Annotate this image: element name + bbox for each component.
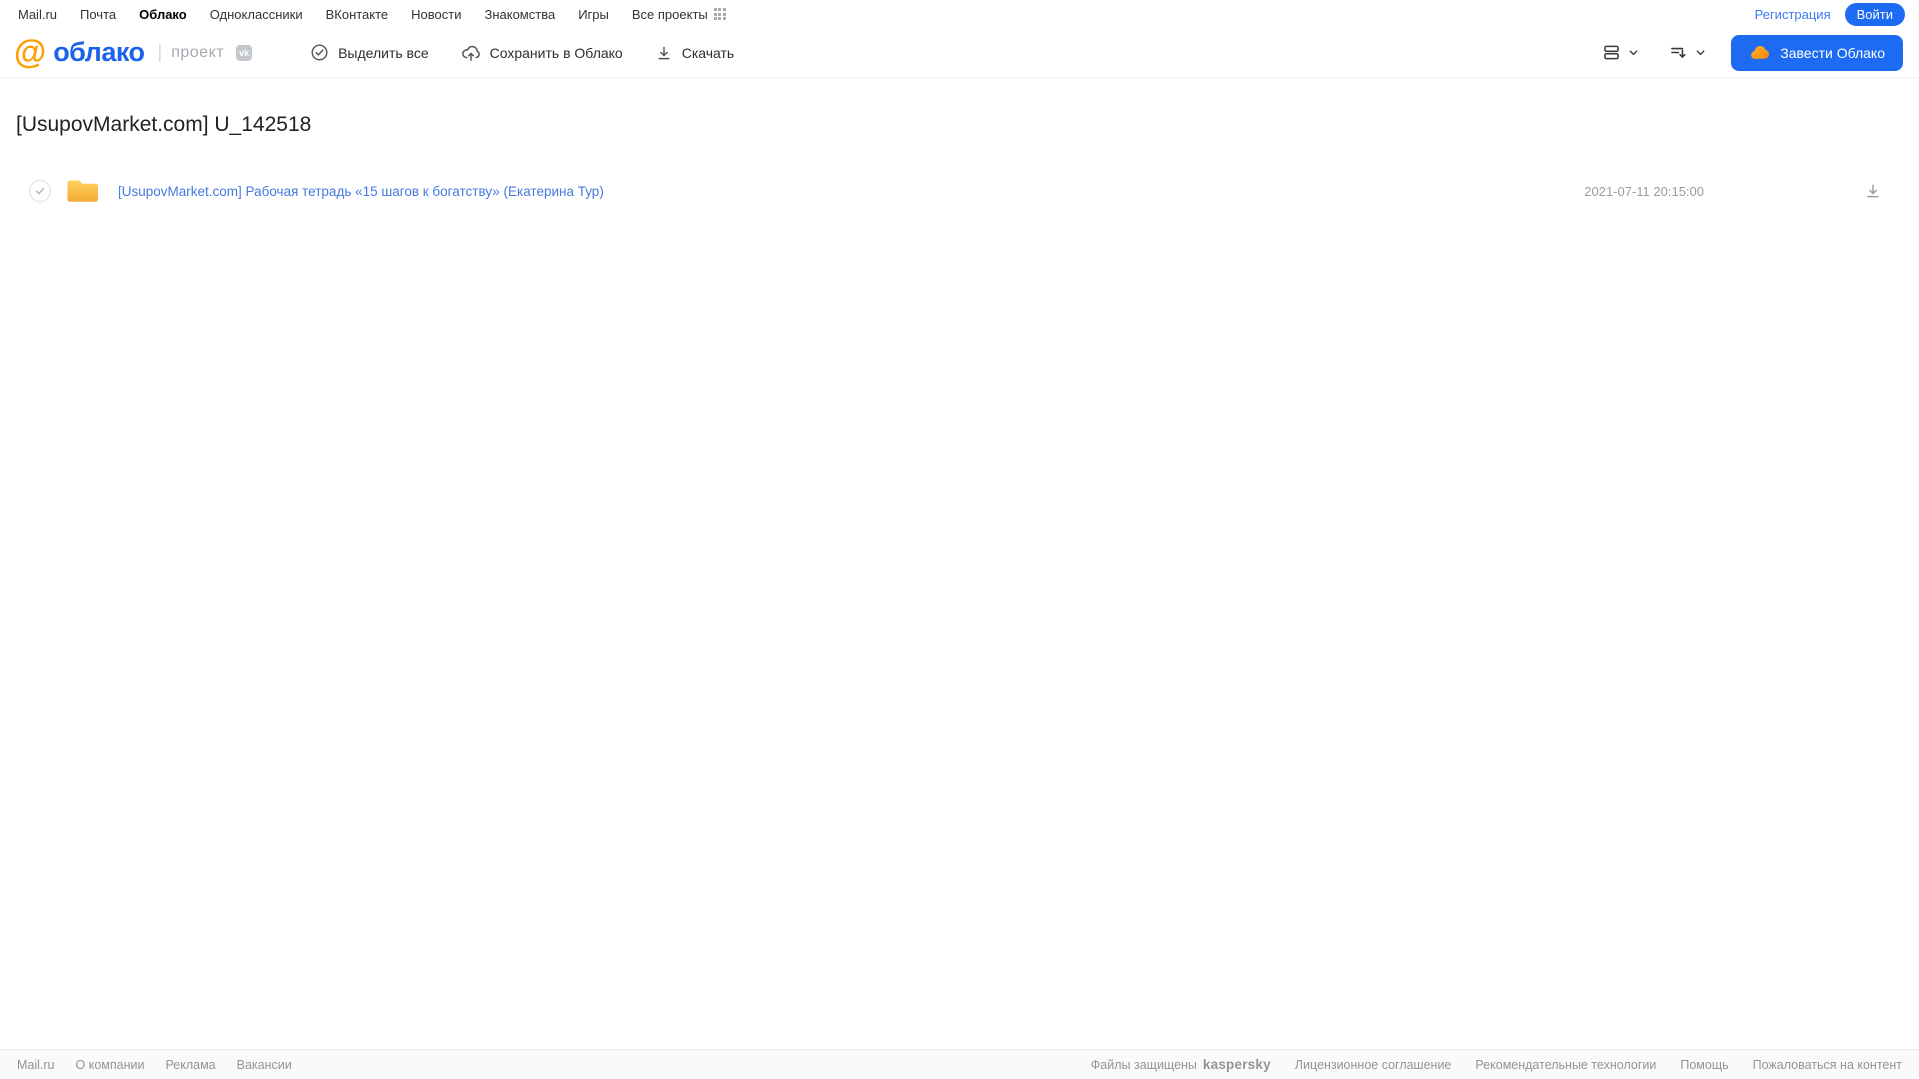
select-all-button[interactable]: Выделить все	[308, 37, 431, 68]
topnav-item-vkontakte[interactable]: ВКонтакте	[326, 7, 389, 22]
footer-left-links: Mail.ru О компании Реклама Вакансии	[17, 1058, 292, 1072]
topnav-item-mailru[interactable]: Mail.ru	[18, 7, 57, 22]
auth-area: Регистрация Войти	[1755, 2, 1905, 26]
footer-link-about[interactable]: О компании	[76, 1058, 145, 1072]
view-mode-button[interactable]	[1597, 38, 1644, 67]
mailru-cloud-public-page: Mail.ru Почта Облако Одноклассники ВКонт…	[0, 0, 1919, 1079]
file-actions-toolbar: Выделить все Сохранить в Облако Скачать	[308, 37, 736, 69]
file-list-area: [UsupovMarket.com] U_142518 [UsupovMarke…	[0, 77, 1919, 1049]
header-right-controls: Завести Облако	[1597, 34, 1903, 71]
cloud-wordmark: облако	[53, 37, 145, 67]
portal-links: Mail.ru Почта Облако Одноклассники ВКонт…	[18, 7, 726, 22]
folder-icon	[66, 177, 100, 205]
cloud-upload-icon	[461, 43, 481, 63]
portal-topnav: Mail.ru Почта Облако Одноклассники ВКонт…	[0, 0, 1919, 28]
topnav-item-mail[interactable]: Почта	[80, 7, 116, 22]
project-label: проект	[171, 43, 225, 61]
cloud-logo[interactable]: @ облако | проект vk	[14, 33, 253, 70]
footer-right-links: Файлы защищены kaspersky Лицензионное со…	[1091, 1057, 1902, 1072]
save-to-cloud-label: Сохранить в Облако	[489, 44, 623, 61]
page-title: [UsupovMarket.com] U_142518	[16, 113, 312, 136]
sort-icon	[1668, 42, 1689, 63]
footer-link-report-content[interactable]: Пожаловаться на контент	[1753, 1058, 1902, 1072]
file-date: 2021-07-11 20:15:00	[1584, 183, 1704, 199]
footer-link-recommendation-tech[interactable]: Рекомендательные технологии	[1475, 1058, 1656, 1072]
topnav-item-cloud[interactable]: Облако	[139, 7, 187, 22]
footer-link-help[interactable]: Помощь	[1680, 1058, 1728, 1072]
topnav-item-odnoklassniki[interactable]: Одноклассники	[210, 7, 303, 22]
row-checkbox[interactable]	[29, 180, 51, 202]
save-to-cloud-button[interactable]: Сохранить в Облако	[459, 37, 625, 69]
footer-link-license[interactable]: Лицензионное соглашение	[1295, 1058, 1452, 1072]
chevron-down-icon	[1627, 46, 1640, 59]
row-download-button[interactable]	[1862, 180, 1884, 202]
cloud-icon	[1749, 42, 1771, 64]
get-cloud-label: Завести Облако	[1780, 44, 1885, 61]
grid-icon	[713, 8, 726, 20]
logo-divider: |	[157, 42, 163, 62]
file-link[interactable]: [UsupovMarket.com] Рабочая тетрадь «15 ш…	[118, 184, 1584, 199]
download-icon	[655, 44, 673, 62]
topnav-item-all-projects[interactable]: Все проекты	[632, 7, 726, 22]
kaspersky-logo[interactable]: kaspersky	[1203, 1057, 1271, 1072]
download-label: Скачать	[681, 44, 735, 61]
login-button[interactable]: Войти	[1844, 2, 1905, 26]
get-cloud-button[interactable]: Завести Облако	[1731, 34, 1903, 71]
kaspersky-protection: Файлы защищены kaspersky	[1091, 1057, 1271, 1072]
topnav-item-games[interactable]: Игры	[578, 7, 609, 22]
footer-link-jobs[interactable]: Вакансии	[237, 1058, 292, 1072]
topnav-item-dating[interactable]: Знакомства	[484, 7, 555, 22]
topnav-item-news[interactable]: Новости	[411, 7, 461, 22]
footer-link-mailru[interactable]: Mail.ru	[17, 1058, 55, 1072]
download-button[interactable]: Скачать	[653, 38, 737, 68]
page-footer: Mail.ru О компании Реклама Вакансии Файл…	[0, 1049, 1919, 1079]
mailru-at-icon: @	[14, 33, 47, 70]
file-row[interactable]: [UsupovMarket.com] Рабочая тетрадь «15 ш…	[0, 159, 1919, 223]
all-projects-label: Все проекты	[631, 6, 708, 22]
vk-badge-icon: vk	[236, 44, 253, 61]
protected-label: Файлы защищены	[1090, 1057, 1197, 1072]
footer-link-ads[interactable]: Реклама	[165, 1058, 215, 1072]
list-view-icon	[1601, 42, 1622, 63]
register-link[interactable]: Регистрация	[1755, 7, 1831, 22]
sort-button[interactable]	[1664, 38, 1711, 67]
check-circle-icon	[310, 43, 329, 62]
select-all-label: Выделить все	[338, 44, 429, 61]
cloud-header: @ облако | проект vk Выделить все Сохран…	[0, 28, 1919, 77]
chevron-down-icon	[1694, 46, 1707, 59]
